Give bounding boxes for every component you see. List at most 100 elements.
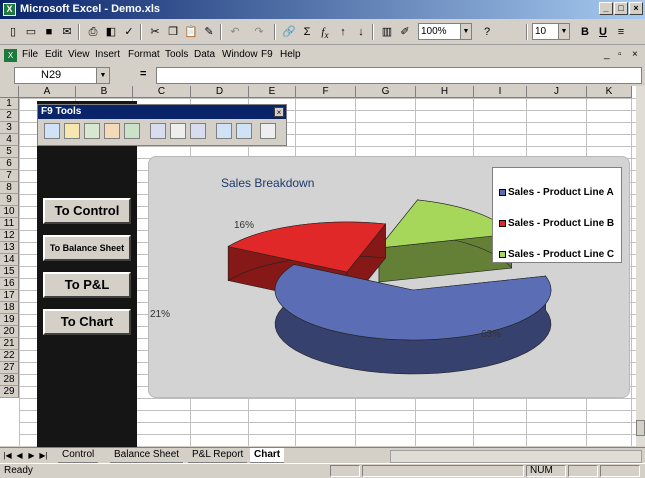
row-header-19[interactable]: 19 (0, 314, 19, 326)
to-balance-sheet-button[interactable]: To Balance Sheet (43, 235, 131, 261)
menu-tools[interactable]: Tools (165, 49, 188, 60)
column-header-i[interactable]: I (474, 86, 527, 98)
horizontal-scrollbar[interactable] (390, 450, 642, 463)
column-header-h[interactable]: H (416, 86, 474, 98)
print-preview-icon[interactable]: ◧ (102, 23, 120, 41)
name-box[interactable]: N29 ▼ (14, 67, 110, 84)
f9-sync-icon[interactable] (236, 123, 252, 139)
row-header-7[interactable]: 7 (0, 170, 19, 182)
pie-slice-a[interactable] (274, 263, 552, 375)
sort-ascending-icon[interactable]: ↑ (334, 23, 352, 41)
row-header-11[interactable]: 11 (0, 218, 19, 230)
row-header-4[interactable]: 4 (0, 134, 19, 146)
column-header-d[interactable]: D (191, 86, 249, 98)
vertical-scroll-thumb[interactable] (636, 420, 645, 436)
drawing-icon[interactable]: ✐ (396, 23, 414, 41)
row-header-8[interactable]: 8 (0, 182, 19, 194)
spelling-icon[interactable]: ✓ (120, 23, 138, 41)
row-header-13[interactable]: 13 (0, 242, 19, 254)
menu-insert[interactable]: Insert (95, 49, 120, 60)
chart-wizard-icon[interactable]: ▥ (378, 23, 396, 41)
to-control-button[interactable]: To Control (43, 198, 131, 224)
row-header-18[interactable]: 18 (0, 302, 19, 314)
row-header-5[interactable]: 5 (0, 146, 19, 158)
menu-view[interactable]: View (68, 49, 90, 60)
column-header-j[interactable]: J (527, 86, 587, 98)
email-icon[interactable]: ✉ (58, 23, 76, 41)
row-header-17[interactable]: 17 (0, 290, 19, 302)
vertical-scrollbar[interactable] (636, 86, 645, 446)
menu-format[interactable]: Format (128, 49, 160, 60)
sheet-tab-control[interactable]: Control (58, 448, 99, 463)
paste-icon[interactable]: 📋 (182, 23, 200, 41)
close-button[interactable]: × (629, 2, 643, 15)
row-header-29[interactable]: 29 (0, 386, 19, 398)
row-header-27[interactable]: 27 (0, 362, 19, 374)
align-left-icon[interactable]: ≡ (612, 23, 630, 41)
zoom-select[interactable]: 100% ▼ (418, 23, 472, 40)
row-header-15[interactable]: 15 (0, 266, 19, 278)
row-header-28[interactable]: 28 (0, 374, 19, 386)
cut-icon[interactable]: ✂ (146, 23, 164, 41)
row-header-6[interactable]: 6 (0, 158, 19, 170)
sheet-tab-chart[interactable]: Chart (250, 448, 285, 463)
menu-f9[interactable]: F9 (261, 49, 273, 60)
row-header-3[interactable]: 3 (0, 122, 19, 134)
column-header-g[interactable]: G (356, 86, 416, 98)
formula-input[interactable] (156, 67, 642, 84)
open-icon[interactable]: ▭ (22, 23, 40, 41)
sales-chart[interactable]: Sales Breakdown 63% 21% 16% Sales - Prod… (148, 156, 630, 398)
row-header-12[interactable]: 12 (0, 230, 19, 242)
select-all-corner[interactable] (0, 86, 19, 98)
column-header-e[interactable]: E (249, 86, 296, 98)
f9-document-icon[interactable] (84, 123, 100, 139)
row-header-16[interactable]: 16 (0, 278, 19, 290)
row-header-21[interactable]: 21 (0, 338, 19, 350)
row-header-14[interactable]: 14 (0, 254, 19, 266)
undo-icon[interactable]: ↶ (226, 23, 244, 41)
row-header-10[interactable]: 10 (0, 206, 19, 218)
f9-link-icon[interactable] (190, 123, 206, 139)
redo-icon[interactable]: ↷ (250, 23, 268, 41)
row-header-2[interactable]: 2 (0, 110, 19, 122)
row-header-22[interactable]: 22 (0, 350, 19, 362)
minimize-button[interactable]: _ (599, 2, 613, 15)
help-icon[interactable]: ? (478, 23, 496, 41)
row-header-1[interactable]: 1 (0, 98, 19, 110)
to-pnl-button[interactable]: To P&L (43, 272, 131, 298)
menu-edit[interactable]: Edit (45, 49, 62, 60)
next-sheet-icon[interactable]: ▶ (26, 450, 37, 462)
column-header-a[interactable]: A (19, 86, 76, 98)
menu-data[interactable]: Data (194, 49, 215, 60)
column-header-b[interactable]: B (76, 86, 133, 98)
row-header-20[interactable]: 20 (0, 326, 19, 338)
workbook-icon[interactable]: X (4, 49, 17, 62)
row-header-9[interactable]: 9 (0, 194, 19, 206)
f9-sheet-icon[interactable] (170, 123, 186, 139)
menu-help[interactable]: Help (280, 49, 301, 60)
sheet-tab-balance-sheet[interactable]: Balance Sheet (110, 448, 184, 463)
underline-button[interactable]: U (594, 23, 612, 41)
first-sheet-icon[interactable]: |◀ (2, 450, 13, 462)
doc-restore-button[interactable]: ▫ (618, 49, 622, 60)
menu-window[interactable]: Window (222, 49, 258, 60)
column-header-c[interactable]: C (133, 86, 191, 98)
save-icon[interactable]: ■ (40, 23, 58, 41)
f9-check-icon[interactable] (104, 123, 120, 139)
f9-close-icon[interactable]: × (274, 107, 284, 117)
f9-settings-icon[interactable] (260, 123, 276, 139)
function-icon[interactable]: fx (316, 23, 334, 41)
prev-sheet-icon[interactable]: ◀ (14, 450, 25, 462)
column-header-f[interactable]: F (296, 86, 356, 98)
to-chart-button[interactable]: To Chart (43, 309, 131, 335)
doc-minimize-button[interactable]: _ (604, 49, 610, 60)
f9-refresh-icon[interactable] (216, 123, 232, 139)
autosum-icon[interactable]: Σ (298, 23, 316, 41)
f9-book-icon[interactable] (150, 123, 166, 139)
font-size-select[interactable]: 10 ▼ (532, 23, 570, 40)
new-icon[interactable]: ▯ (4, 23, 22, 41)
f9-tools-toolbar[interactable]: F9 Tools × (37, 104, 287, 146)
f9-run-icon[interactable] (44, 123, 60, 139)
bold-button[interactable]: B (576, 23, 594, 41)
f9-tools-title[interactable]: F9 Tools (38, 105, 286, 119)
